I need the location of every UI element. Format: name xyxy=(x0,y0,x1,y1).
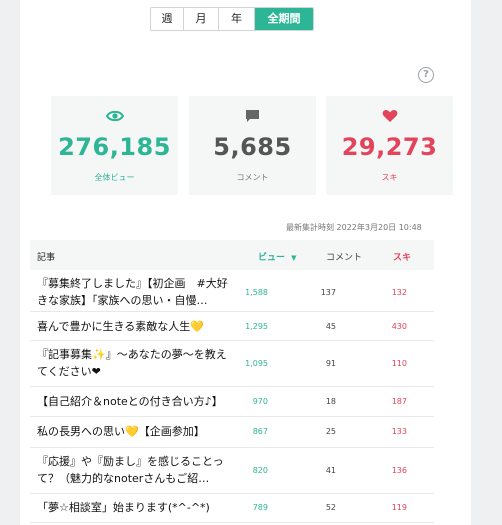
help-icon[interactable]: ? xyxy=(418,67,434,83)
article-comments: 52 xyxy=(325,503,336,512)
total-comments-label: コメント xyxy=(236,173,269,182)
total-views-value: 276,185 xyxy=(58,133,171,161)
likes-card: 29,273 スキ xyxy=(326,96,453,195)
article-likes: 430 xyxy=(391,322,407,331)
article-likes: 110 xyxy=(391,359,407,368)
period-tabs: 週 月 年 全期間 xyxy=(150,7,314,31)
last-updated-text: 最新集計時刻 2022年3月20日 10:48 xyxy=(286,223,422,232)
article-title[interactable]: 【自己紹介＆noteとの付き合い方♪】 xyxy=(37,393,229,410)
total-views-label: 全体ビュー xyxy=(94,173,135,182)
tab-year[interactable]: 年 xyxy=(219,8,255,30)
article-comments: 25 xyxy=(325,427,336,436)
header-comments[interactable]: コメント xyxy=(326,250,362,263)
article-comments: 18 xyxy=(325,397,336,406)
article-title[interactable]: 『記事募集✨』〜あなたの夢〜を教えてください❤ xyxy=(37,346,229,380)
article-views: 970 xyxy=(252,397,268,406)
table-header: 記事 ビュー ▼ コメント スキ xyxy=(30,240,434,270)
article-likes: 119 xyxy=(391,503,407,512)
article-comments: 91 xyxy=(325,359,336,368)
heart-icon xyxy=(326,108,453,126)
table-row[interactable]: 私の長男への思い💛【企画参加】 867 25 133 xyxy=(30,417,434,448)
article-title[interactable]: 「夢☆相談室」始まります(*^-^*) xyxy=(37,499,229,516)
comments-card: 5,685 コメント xyxy=(189,96,316,195)
article-title[interactable]: 『応援』や『励まし』を感じることって？（魅力的なnoterさんもご紹… xyxy=(37,453,229,487)
table-row[interactable]: 『記事募集✨』〜あなたの夢〜を教えてください❤ 1,095 91 110 xyxy=(30,341,434,387)
table-row[interactable]: 『応援』や『励まし』を感じることって？（魅力的なnoterさんもご紹… 820 … xyxy=(30,448,434,494)
eye-icon xyxy=(51,108,178,126)
article-likes: 136 xyxy=(391,466,407,475)
header-views-label: ビュー xyxy=(258,253,286,263)
header-likes[interactable]: スキ xyxy=(393,250,411,263)
views-card: 276,185 全体ビュー xyxy=(51,96,178,195)
articles-table: 記事 ビュー ▼ コメント スキ 『募集終了しました』【初企画 #大好きな家族】… xyxy=(30,240,434,523)
table-row[interactable]: 『募集終了しました』【初企画 #大好きな家族】「家族への思い・自慢… 1,588… xyxy=(30,270,434,312)
article-views: 867 xyxy=(252,427,268,436)
article-likes: 187 xyxy=(391,397,407,406)
article-views: 1,095 xyxy=(245,359,268,368)
article-views: 820 xyxy=(252,466,268,475)
article-views: 1,295 xyxy=(245,322,268,331)
table-row[interactable]: 「夢☆相談室」始まります(*^-^*) 789 52 119 xyxy=(30,494,434,523)
article-comments: 41 xyxy=(325,466,336,475)
article-likes: 132 xyxy=(391,288,407,297)
header-article: 記事 xyxy=(37,253,56,263)
total-likes-label: スキ xyxy=(381,173,398,182)
comment-icon xyxy=(189,108,316,126)
total-likes-value: 29,273 xyxy=(341,133,438,161)
article-title[interactable]: 私の長男への思い💛【企画参加】 xyxy=(37,423,229,440)
article-title[interactable]: 喜んで豊かに生きる素敵な人生💛 xyxy=(37,318,229,335)
tab-week[interactable]: 週 xyxy=(151,8,184,30)
table-row[interactable]: 喜んで豊かに生きる素敵な人生💛 1,295 45 430 xyxy=(30,312,434,341)
table-row[interactable]: 【自己紹介＆noteとの付き合い方♪】 970 18 187 xyxy=(30,387,434,417)
header-views[interactable]: ビュー ▼ xyxy=(258,250,297,263)
sort-down-icon: ▼ xyxy=(291,254,297,262)
article-views: 789 xyxy=(252,503,268,512)
article-likes: 133 xyxy=(391,427,407,436)
tab-month[interactable]: 月 xyxy=(184,8,219,30)
article-comments: 45 xyxy=(325,322,336,331)
tab-all-time[interactable]: 全期間 xyxy=(255,8,313,30)
article-comments: 137 xyxy=(320,288,336,297)
article-title[interactable]: 『募集終了しました』【初企画 #大好きな家族】「家族への思い・自慢… xyxy=(37,275,229,309)
total-comments-value: 5,685 xyxy=(213,133,292,161)
article-views: 1,588 xyxy=(245,288,268,297)
